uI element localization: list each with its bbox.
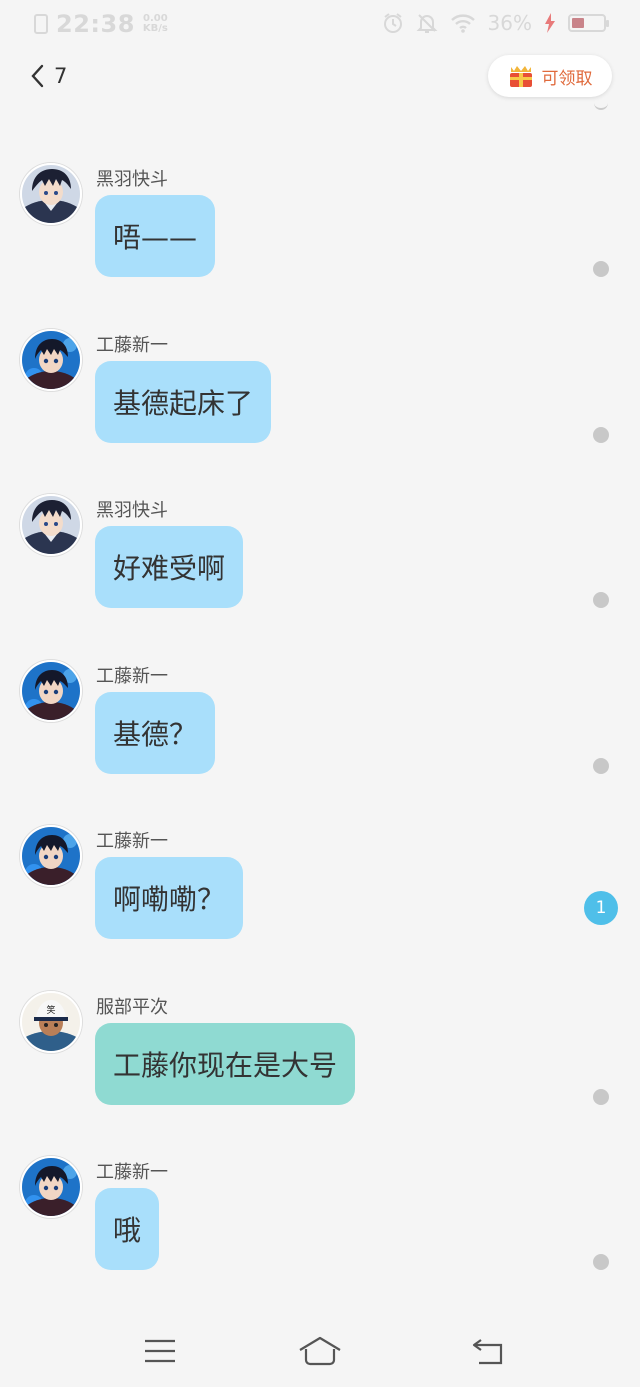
avatar[interactable] — [20, 659, 82, 722]
avatar[interactable]: 笑 — [20, 990, 82, 1053]
gift-box-icon — [509, 66, 532, 87]
wifi-icon — [450, 14, 475, 33]
sender-name: 工藤新一 — [96, 1162, 168, 1183]
sender-name: 工藤新一 — [96, 831, 168, 852]
claim-label: 可领取 — [541, 68, 593, 89]
message-row: 工藤新一哦 — [0, 1156, 640, 1276]
read-status-dot[interactable] — [593, 1254, 609, 1270]
battery-icon — [568, 14, 609, 32]
avatar[interactable] — [20, 328, 82, 391]
status-time: 22:38 — [56, 10, 135, 38]
message-row: 黑羽快斗唔—— — [0, 163, 640, 283]
avatar[interactable] — [20, 494, 82, 556]
svg-text:笑: 笑 — [46, 1004, 55, 1016]
read-status-dot[interactable] — [593, 1088, 609, 1105]
sender-name: 工藤新一 — [96, 334, 168, 356]
charging-icon — [545, 13, 555, 33]
back-button[interactable]: 7 — [30, 60, 67, 92]
home-button[interactable] — [298, 1334, 342, 1368]
sender-name: 黑羽快斗 — [96, 500, 168, 521]
avatar[interactable] — [20, 1156, 82, 1218]
chevron-left-icon — [31, 64, 44, 88]
message-row: 工藤新一基德？ — [0, 659, 640, 780]
mute-icon — [416, 14, 437, 33]
message-row: 黑羽快斗 好难受啊 — [0, 494, 640, 614]
status-bar: 22:38 0.00 KB/s 36% — [0, 0, 640, 50]
net-speed-unit: KB/s — [142, 23, 168, 34]
avatar[interactable] — [20, 825, 82, 887]
back-nav-button[interactable] — [466, 1334, 510, 1368]
message-bubble[interactable]: 基德起床了 — [95, 360, 272, 443]
alarm-icon — [383, 13, 402, 33]
menu-button[interactable] — [138, 1334, 182, 1368]
status-right: 36% — [382, 11, 609, 35]
sender-name: 工藤新一 — [96, 665, 168, 687]
claim-reward-button[interactable]: 可领取 — [488, 55, 612, 97]
read-count-badge[interactable]: 1 — [584, 891, 618, 925]
read-status-dot[interactable] — [593, 426, 609, 443]
read-status-dot[interactable] — [593, 261, 609, 277]
status-left: 22:38 0.00 KB/s — [34, 10, 168, 38]
message-bubble[interactable]: 好难受啊 — [95, 526, 244, 608]
unread-count: 7 — [54, 64, 68, 88]
message-bubble[interactable]: 啊嘞嘞？ — [95, 857, 244, 939]
read-status-dot[interactable] — [593, 757, 609, 774]
message-row: 工藤新一 基德起床了 — [0, 328, 640, 449]
message-bubble[interactable]: 工藤你现在是大号 — [95, 1022, 356, 1105]
navigation-bar — [0, 1312, 640, 1387]
message-row: 笑 服部平次工藤你现在是大号 — [0, 990, 640, 1111]
avatar[interactable] — [20, 163, 82, 225]
back-icon — [472, 1339, 503, 1365]
scroll-indicator — [594, 100, 608, 110]
home-icon — [299, 1336, 341, 1366]
net-speed: 0.00 KB/s — [143, 14, 168, 34]
message-row: 工藤新一啊嘞嘞？ 1 — [0, 825, 640, 945]
message-bubble[interactable]: 哦 — [95, 1188, 160, 1270]
battery-percent: 36% — [487, 11, 532, 35]
sender-name: 服部平次 — [96, 996, 168, 1018]
read-status-dot[interactable] — [593, 592, 609, 608]
message-bubble[interactable]: 唔—— — [95, 195, 216, 277]
menu-icon — [145, 1339, 175, 1363]
message-bubble[interactable]: 基德？ — [95, 691, 216, 774]
sender-name: 黑羽快斗 — [96, 169, 168, 190]
sim-icon — [34, 14, 48, 34]
